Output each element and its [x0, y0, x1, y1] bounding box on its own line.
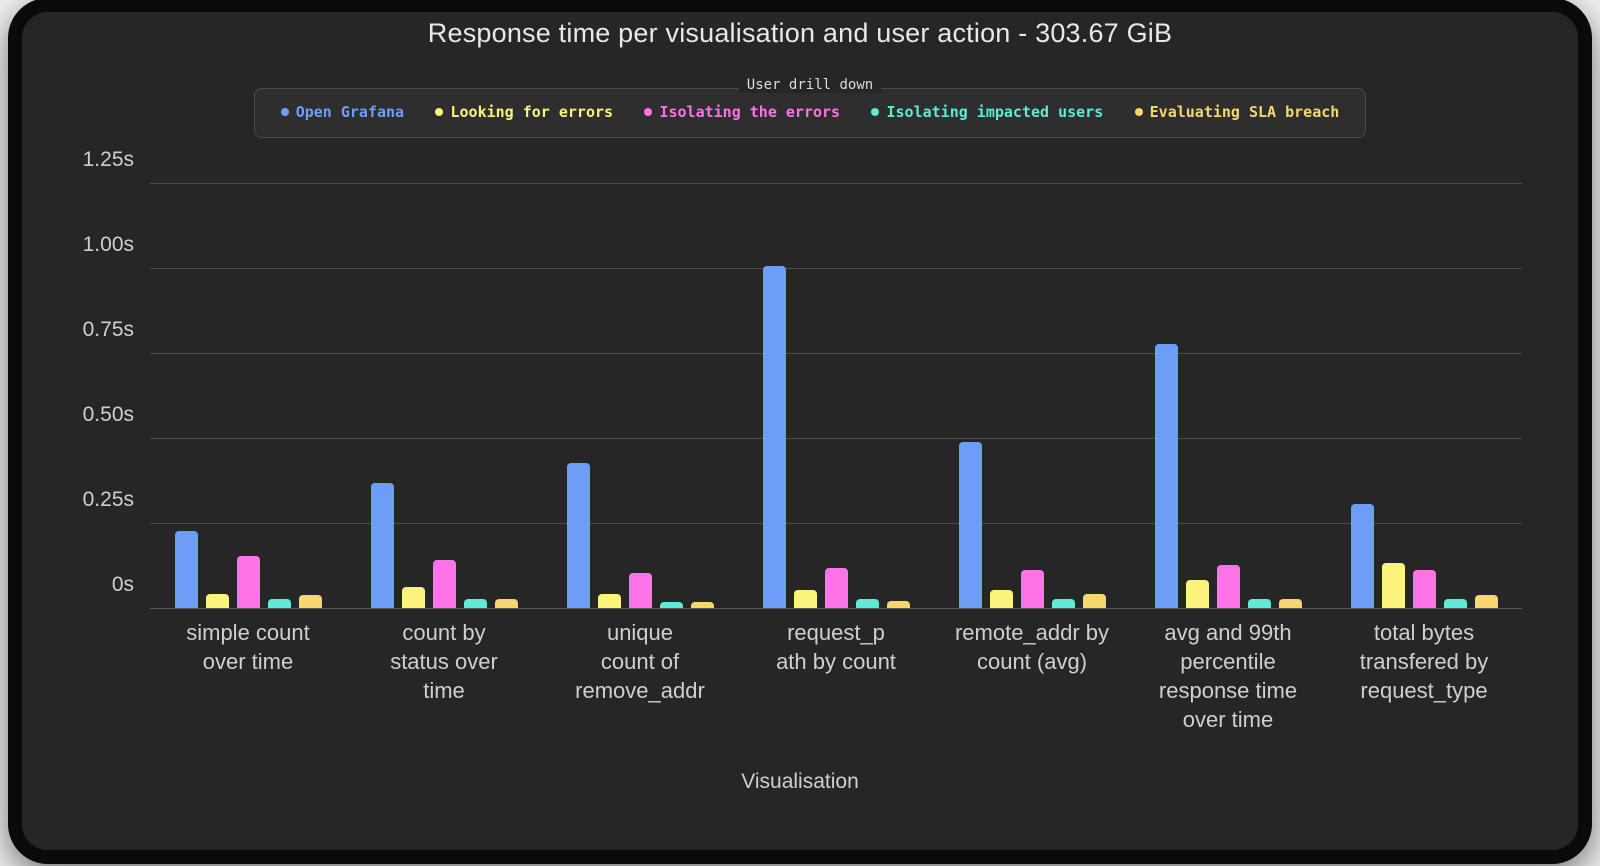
x-axis-tick-label-line: over time	[202, 649, 294, 674]
legend-marker-icon	[871, 108, 880, 116]
bar[interactable]	[628, 573, 652, 609]
x-axis-baseline	[150, 608, 1522, 609]
legend-item-3[interactable]: Isolating impacted users	[871, 103, 1103, 121]
x-axis-tick-label-line: remote_addr by	[954, 620, 1110, 645]
legend-title: User drill down	[255, 77, 1365, 93]
bar[interactable]	[1474, 595, 1498, 609]
y-axis-tick-label: 0.50s	[82, 403, 134, 426]
y-axis-tick-label: 1.00s	[82, 233, 134, 256]
y-axis-tick-label: 0s	[111, 573, 134, 596]
bar[interactable]	[298, 595, 322, 609]
bar-group	[738, 167, 934, 609]
bar[interactable]	[1412, 569, 1436, 609]
x-axis-tick-label-line: avg and 99th	[1164, 620, 1292, 645]
y-axis-tick-label: 0.25s	[82, 488, 134, 511]
chart-window: Response time per visualisation and user…	[22, 12, 1578, 850]
y-axis-tick-label: 1.25s	[82, 148, 134, 171]
bar[interactable]	[1381, 563, 1405, 609]
legend-title-text: User drill down	[738, 77, 882, 93]
x-axis-tick-label-line: status over	[390, 649, 498, 674]
x-axis-tick-label-line: count by	[402, 620, 486, 645]
x-axis-tick-label: remote_addr by count (avg)	[934, 618, 1130, 734]
x-axis-tick-label-line: simple count	[186, 620, 310, 645]
bar[interactable]	[566, 462, 590, 609]
bar[interactable]	[1154, 343, 1178, 609]
legend-marker-icon	[435, 108, 444, 116]
x-axis-tick-label: total bytes transfered by request_type	[1326, 618, 1522, 734]
y-axis-tick-label: 0.75s	[82, 318, 134, 341]
bar[interactable]	[762, 265, 786, 609]
legend-item-label: Looking for errors	[450, 103, 614, 121]
x-axis-tick-label-line: ath by count	[776, 649, 896, 674]
chart-surface: Response time per visualisation and user…	[22, 12, 1578, 850]
x-axis-tick-label: avg and 99th percentile response time over …	[1130, 618, 1326, 734]
legend-items: Open Grafana Looking for errors Isolating …	[255, 103, 1365, 121]
bar[interactable]	[597, 593, 621, 609]
bar-group	[542, 167, 738, 609]
x-axis-tick-label-line: count (avg)	[976, 649, 1088, 674]
bar[interactable]	[1350, 503, 1374, 609]
x-axis-tick-label-line: unique	[606, 620, 674, 645]
bar[interactable]	[370, 483, 394, 609]
legend-item-label: Open Grafana	[295, 103, 405, 121]
legend-item-0[interactable]: Open Grafana	[280, 103, 405, 121]
x-axis-tick-label-line: count of	[600, 649, 680, 674]
x-axis-tick-label-line: request_type	[1360, 678, 1488, 703]
legend-item-label: Isolating the errors	[659, 103, 841, 121]
bar[interactable]	[205, 593, 229, 609]
legend-item-label: Evaluating SLA breach	[1149, 103, 1340, 121]
chart-screenshot: Response time per visualisation and user…	[0, 0, 1600, 866]
x-axis-tick-label-line: remove_addr	[575, 678, 705, 703]
legend-marker-icon	[280, 108, 289, 116]
bar-group	[1326, 167, 1522, 609]
bar[interactable]	[989, 590, 1013, 609]
bar[interactable]	[824, 568, 848, 609]
bar[interactable]	[401, 586, 425, 609]
x-axis-tick-label: count by status over time	[346, 618, 542, 734]
x-axis-tick-label: simple count over time	[150, 618, 346, 734]
bar[interactable]	[1185, 580, 1209, 609]
legend-marker-icon	[1134, 108, 1143, 116]
x-axis-tick-label-line: response time	[1158, 678, 1298, 703]
bar-group	[346, 167, 542, 609]
bar[interactable]	[174, 530, 198, 609]
x-axis-tick-label-line: transfered by	[1359, 649, 1489, 674]
bar[interactable]	[793, 590, 817, 609]
legend-item-2[interactable]: Isolating the errors	[644, 103, 840, 121]
bar-group	[934, 167, 1130, 609]
plot-area: 0s 0.25s 0.50s 0.75s 1.00s 1.25s	[83, 148, 1522, 609]
bar-group	[1130, 167, 1326, 609]
chart-title: Response time per visualisation and user…	[427, 18, 1173, 48]
x-axis-tick-label-line: request_p	[787, 620, 885, 645]
bar[interactable]	[432, 559, 456, 609]
x-axis-tick-label-line: time	[423, 678, 465, 703]
x-axis-tick-label: request_path by count	[738, 618, 934, 734]
x-axis-tick-label-line: total bytes	[1373, 620, 1475, 645]
bar[interactable]	[1020, 569, 1044, 609]
bar[interactable]	[958, 442, 982, 609]
legend: User drill down Open Grafana Looking for …	[254, 77, 1366, 138]
x-axis-tick-label: unique count of remove_addr	[542, 618, 738, 734]
legend-item-1[interactable]: Looking for errors	[435, 103, 613, 121]
bar-groups	[150, 167, 1522, 609]
bar[interactable]	[236, 556, 260, 609]
legend-item-label: Isolating impacted users	[886, 103, 1104, 121]
bar-group	[150, 167, 346, 609]
x-axis-tick-label-line: percentile	[1180, 649, 1276, 674]
bar[interactable]	[1216, 564, 1240, 609]
bar[interactable]	[1082, 593, 1106, 609]
x-axis-title: Visualisation	[741, 770, 859, 793]
legend-marker-icon	[644, 108, 653, 116]
x-axis-tick-label-line: over time	[1182, 707, 1274, 732]
legend-item-4[interactable]: Evaluating SLA breach	[1134, 103, 1340, 121]
x-axis-tick-labels: simple count over time count by status over…	[150, 618, 1522, 734]
